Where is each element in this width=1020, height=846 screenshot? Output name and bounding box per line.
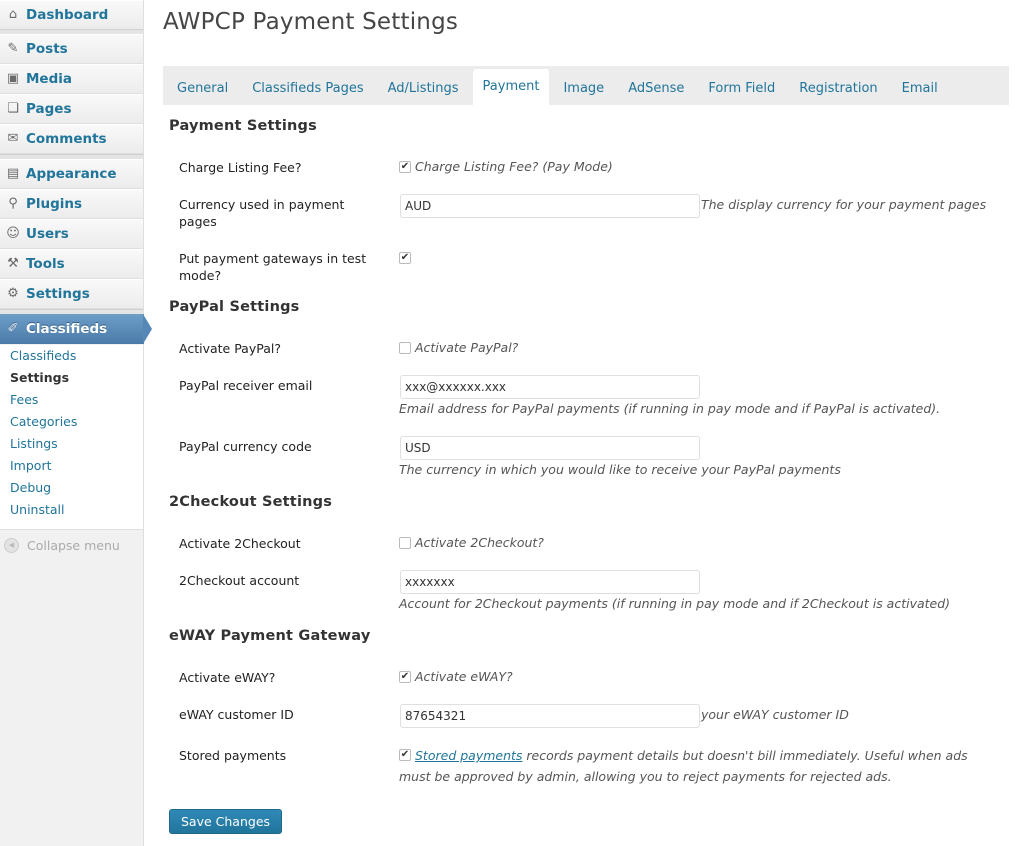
menu-users[interactable]: ☺ Users <box>0 219 143 249</box>
twocheckout-settings-heading: 2Checkout Settings <box>169 494 333 510</box>
eway-customer-id-label: eWAY customer ID <box>179 707 294 722</box>
2checkout-account-description: Account for 2Checkout payments (if runni… <box>399 596 951 611</box>
paypal-email-input[interactable] <box>400 375 700 399</box>
activate-2checkout-label: Activate 2Checkout <box>179 536 301 551</box>
menu-label: Settings <box>26 286 90 302</box>
menu-comments[interactable]: ✉ Comments <box>0 124 143 154</box>
activate-paypal-label: Activate PayPal? <box>179 341 281 356</box>
menu-label: Posts <box>26 41 68 57</box>
paypal-email-label: PayPal receiver email <box>179 378 313 393</box>
paypal-currency-label: PayPal currency code <box>179 439 312 454</box>
tools-icon: ⚒ <box>7 256 19 271</box>
tab-form-field[interactable]: Form Field <box>698 71 785 105</box>
menu-label: Dashboard <box>26 7 109 23</box>
menu-label: Appearance <box>26 166 117 182</box>
submenu-uninstall[interactable]: Uninstall <box>0 499 143 521</box>
classifieds-icon: ✐ <box>7 321 19 336</box>
tab-ad-listings[interactable]: Ad/Listings <box>378 71 469 105</box>
classifieds-submenu: Classifieds Settings Fees Categories Lis… <box>0 345 143 530</box>
menu-dashboard[interactable]: ⌂ Dashboard <box>0 0 143 30</box>
menu-plugins[interactable]: ⚲ Plugins <box>0 189 143 219</box>
menu-label: Pages <box>26 101 72 117</box>
activate-paypal-checkbox[interactable] <box>399 342 411 354</box>
test-mode-checkbox[interactable]: ✔ <box>399 252 411 264</box>
paypal-email-description: Email address for PayPal payments (if ru… <box>399 401 941 416</box>
dashboard-icon: ⌂ <box>8 7 18 22</box>
comments-icon: ✉ <box>7 131 19 146</box>
eway-customer-id-description: your eWAY customer ID <box>701 707 849 722</box>
menu-label: Comments <box>26 131 107 147</box>
submenu-categories[interactable]: Categories <box>0 411 143 433</box>
tab-image[interactable]: Image <box>553 71 614 105</box>
menu-media[interactable]: ▣ Media <box>0 64 143 94</box>
pages-icon: ❏ <box>7 101 19 116</box>
tab-payment[interactable]: Payment <box>472 69 550 105</box>
charge-fee-label: Charge Listing Fee? <box>179 160 302 175</box>
submenu-settings[interactable]: Settings <box>0 367 143 389</box>
menu-label: Plugins <box>26 196 83 212</box>
submenu-fees[interactable]: Fees <box>0 389 143 411</box>
appearance-icon: ▤ <box>6 166 20 181</box>
stored-payments-description: Stored payments records payment details … <box>399 745 989 787</box>
paypal-currency-input[interactable] <box>400 436 700 460</box>
tab-general[interactable]: General <box>167 71 238 105</box>
menu-pages[interactable]: ❏ Pages <box>0 94 143 124</box>
settings-tabs: General Classifieds Pages Ad/Listings Pa… <box>163 66 1009 105</box>
tab-adsense[interactable]: AdSense <box>618 71 694 105</box>
menu-tools[interactable]: ⚒ Tools <box>0 249 143 279</box>
eway-customer-id-input[interactable] <box>400 704 700 728</box>
users-icon: ☺ <box>6 226 20 241</box>
paypal-currency-description: The currency in which you would like to … <box>399 462 841 477</box>
currency-input[interactable] <box>400 194 700 218</box>
2checkout-account-input[interactable] <box>400 570 700 594</box>
payment-settings-heading: Payment Settings <box>169 118 317 134</box>
charge-fee-text: Charge Listing Fee? (Pay Mode) <box>415 159 613 174</box>
posts-icon: ✎ <box>7 41 19 56</box>
menu-label: Media <box>26 71 72 87</box>
tab-registration[interactable]: Registration <box>789 71 887 105</box>
charge-fee-checkbox[interactable]: ✔ <box>399 161 411 173</box>
collapse-menu-button[interactable]: ◀ Collapse menu <box>4 538 120 553</box>
test-mode-label: Put payment gateways in test mode? <box>179 251 367 283</box>
plugins-icon: ⚲ <box>8 196 18 211</box>
stored-payments-label: Stored payments <box>179 748 287 763</box>
activate-2checkout-checkbox[interactable] <box>399 537 411 549</box>
active-menu-arrow <box>143 314 152 344</box>
collapse-menu-label: Collapse menu <box>27 538 120 553</box>
currency-label: Currency used in payment pages <box>179 197 345 229</box>
submenu-import[interactable]: Import <box>0 455 143 477</box>
media-icon: ▣ <box>6 71 20 86</box>
menu-posts[interactable]: ✎ Posts <box>0 34 143 64</box>
menu-settings[interactable]: ⚙ Settings <box>0 279 143 309</box>
menu-classifieds[interactable]: ✐ Classifieds <box>0 314 144 344</box>
collapse-arrow-icon: ◀ <box>4 538 19 553</box>
currency-description: The display currency for your payment pa… <box>701 197 987 212</box>
settings-icon: ⚙ <box>7 286 19 301</box>
activate-eway-checkbox[interactable]: ✔ <box>399 671 411 683</box>
tab-classifieds-pages[interactable]: Classifieds Pages <box>242 71 373 105</box>
activate-eway-text: Activate eWAY? <box>415 669 513 684</box>
submenu-listings[interactable]: Listings <box>0 433 143 455</box>
tab-email[interactable]: Email <box>892 71 948 105</box>
menu-label: Users <box>26 226 69 242</box>
submenu-debug[interactable]: Debug <box>0 477 143 499</box>
save-changes-button[interactable]: Save Changes <box>169 809 283 834</box>
2checkout-account-label: 2Checkout account <box>179 573 300 588</box>
admin-sidebar: ⌂ Dashboard ✎ Posts ▣ Media ❏ Pages ✉ Comment… <box>0 0 152 846</box>
menu-label: Classifieds <box>26 321 108 337</box>
eway-settings-heading: eWAY Payment Gateway <box>169 628 371 644</box>
activate-2checkout-text: Activate 2Checkout? <box>415 535 544 550</box>
paypal-settings-heading: PayPal Settings <box>169 299 300 315</box>
menu-label: Tools <box>26 256 65 272</box>
submenu-classifieds[interactable]: Classifieds <box>0 345 143 367</box>
activate-eway-label: Activate eWAY? <box>179 670 276 685</box>
activate-paypal-text: Activate PayPal? <box>415 340 519 355</box>
stored-payments-link[interactable]: Stored payments <box>415 748 522 763</box>
menu-appearance[interactable]: ▤ Appearance <box>0 159 143 189</box>
page-title: AWPCP Payment Settings <box>163 9 459 35</box>
